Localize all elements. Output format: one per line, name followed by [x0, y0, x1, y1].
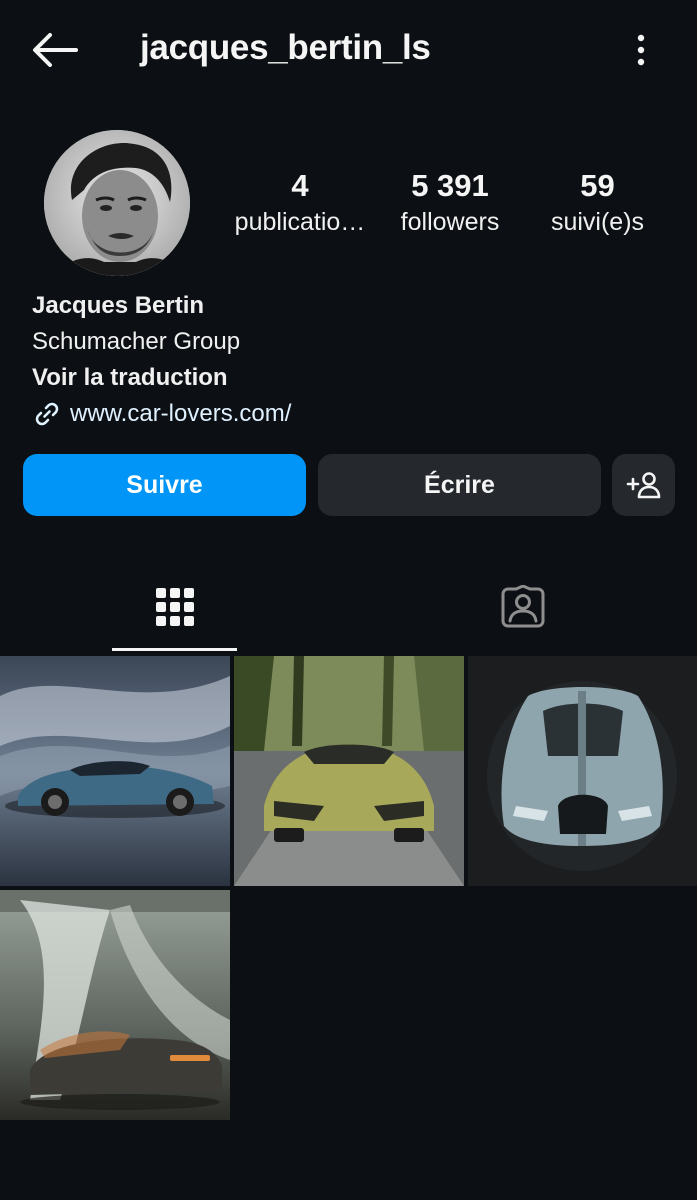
profile-username: jacques_bertin_ls: [140, 28, 431, 67]
stat-followers-label: followers: [400, 208, 500, 236]
profile-screen: jacques_bertin_ls 4 publicatio… 5 391 fo…: [0, 0, 697, 1200]
post-thumbnail[interactable]: [0, 656, 230, 886]
back-button[interactable]: [30, 30, 80, 70]
tab-tagged[interactable]: [460, 560, 585, 653]
active-tab-indicator: [112, 648, 237, 651]
stat-posts[interactable]: 4 publicatio…: [225, 168, 375, 240]
profile-category: Schumacher Group: [32, 328, 241, 355]
car-photo: [468, 656, 697, 886]
grid-icon: [155, 587, 194, 626]
car-photo: [0, 656, 230, 886]
stat-following-count: 59: [580, 168, 615, 203]
profile-stats: 4 publicatio… 5 391 followers 59 suivi(e…: [225, 168, 665, 248]
stat-posts-label: publicatio…: [234, 208, 366, 236]
avatar[interactable]: [44, 130, 190, 276]
profile-website-link[interactable]: www.car-lovers.com/: [32, 396, 672, 432]
stat-following[interactable]: 59 suivi(e)s: [535, 168, 660, 240]
message-button[interactable]: Écrire: [318, 454, 601, 516]
add-user-icon: [626, 472, 660, 499]
profile-tabs: [0, 560, 697, 653]
suggested-users-button[interactable]: [612, 454, 675, 516]
tab-posts-grid[interactable]: [112, 560, 237, 653]
profile-name: Jacques Bertin: [32, 292, 205, 319]
car-photo: [0, 890, 230, 1120]
stat-posts-count: 4: [291, 168, 309, 203]
profile-bio: Jacques Bertin Schumacher Group Voir la …: [32, 288, 672, 432]
more-options-button[interactable]: [629, 30, 653, 70]
top-bar: jacques_bertin_ls: [0, 0, 697, 100]
profile-website-text: www.car-lovers.com/: [70, 400, 292, 427]
stat-following-label: suivi(e)s: [550, 208, 645, 236]
more-vertical-icon: [637, 34, 645, 66]
link-icon: [35, 402, 59, 426]
post-thumbnail[interactable]: [468, 656, 697, 886]
post-thumbnail[interactable]: [234, 656, 464, 886]
stat-followers-count: 5 391: [411, 168, 489, 203]
follow-button[interactable]: Suivre: [23, 454, 306, 516]
tagged-icon: [501, 584, 544, 627]
see-translation-link[interactable]: Voir la traduction: [32, 360, 672, 396]
post-thumbnail[interactable]: [0, 890, 230, 1120]
stat-followers[interactable]: 5 391 followers: [385, 168, 515, 240]
arrow-left-icon: [33, 33, 78, 67]
car-photo: [234, 656, 464, 886]
